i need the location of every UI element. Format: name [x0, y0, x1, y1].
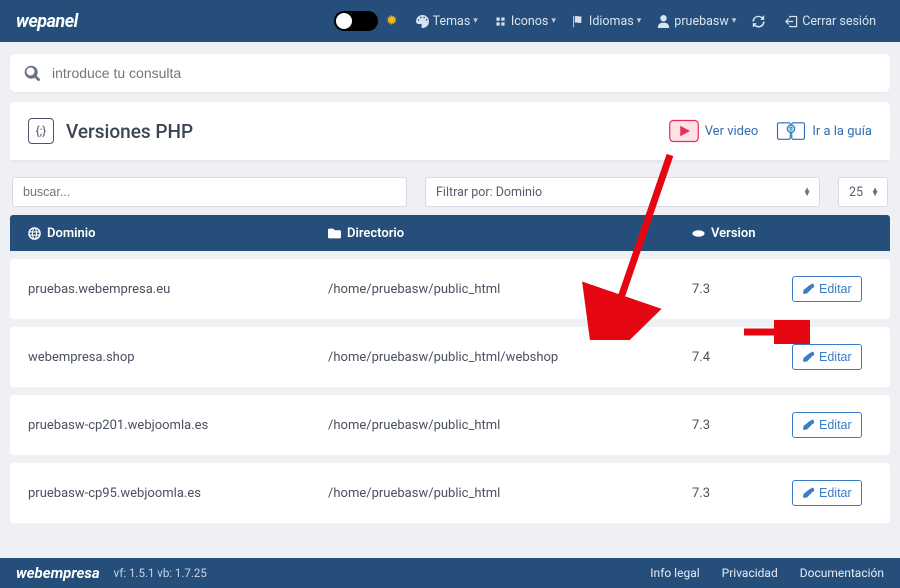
edit-button[interactable]: Editar [792, 276, 862, 302]
cell-version: 7.3 [692, 282, 792, 297]
folder-icon [328, 227, 341, 240]
table-search-input[interactable] [12, 177, 407, 207]
cell-version: 7.3 [692, 486, 792, 501]
table-row: pruebasw-cp201.webjoomla.es/home/pruebas… [10, 395, 890, 455]
php-badge-icon [692, 227, 705, 240]
nav-themes[interactable]: Temas▾ [408, 14, 486, 29]
footer-privacy-link[interactable]: Privacidad [722, 566, 778, 580]
cell-directory: /home/pruebasw/public_html [328, 282, 692, 297]
book-icon: T [776, 119, 806, 143]
col-directory[interactable]: Directorio [328, 226, 692, 241]
footer-brand: webempresa [16, 564, 100, 582]
sort-icon: ▲▼ [871, 188, 879, 196]
grid-icon [494, 15, 507, 28]
cell-domain: pruebas.webempresa.eu [28, 282, 328, 297]
footer-docs-link[interactable]: Documentación [800, 566, 884, 580]
brand-logo: wepanel [16, 11, 78, 32]
logout-icon [785, 15, 798, 28]
chevron-down-icon: ▾ [732, 16, 737, 26]
table-row: pruebas.webempresa.eu/home/pruebasw/publ… [10, 259, 890, 319]
filter-bar: Filtrar por: Dominio ▲▼ 25 ▲▼ [0, 169, 900, 215]
footer: webempresa vf: 1.5.1 vb: 1.7.25 Info leg… [0, 558, 900, 588]
dark-mode-toggle[interactable] [334, 11, 378, 31]
edit-button[interactable]: Editar [792, 480, 862, 506]
edit-button[interactable]: Editar [792, 412, 862, 438]
chevron-down-icon: ▾ [473, 16, 478, 26]
table-row: pruebasw-cp95.webjoomla.es/home/pruebasw… [10, 463, 890, 523]
cell-directory: /home/pruebasw/public_html [328, 486, 692, 501]
nav-logout[interactable]: Cerrar sesión [777, 14, 884, 29]
cell-directory: /home/pruebasw/public_html/webshop [328, 350, 692, 365]
nav-refresh[interactable] [744, 15, 777, 28]
nav-languages[interactable]: Idiomas▾ [564, 14, 649, 29]
cell-domain: pruebasw-cp95.webjoomla.es [28, 486, 328, 501]
col-domain[interactable]: Dominio [28, 226, 328, 241]
page-header: {;} Versiones PHP Ver video T Ir a la gu… [10, 102, 890, 163]
edit-button[interactable]: Editar [792, 344, 862, 370]
footer-legal-link[interactable]: Info legal [650, 566, 699, 580]
cell-version: 7.4 [692, 350, 792, 365]
globe-icon [28, 227, 41, 240]
topbar: wepanel ✹ Temas▾ Iconos▾ Idiomas▾ prueba… [0, 0, 900, 42]
col-version[interactable]: Version [692, 226, 792, 241]
guide-link[interactable]: T Ir a la guía [776, 119, 872, 143]
flag-icon [572, 15, 585, 28]
user-icon [657, 15, 670, 28]
cell-version: 7.3 [692, 418, 792, 433]
nav-icons[interactable]: Iconos▾ [486, 14, 564, 29]
php-versions-table: Dominio Directorio Version pruebas.webem… [10, 215, 890, 523]
footer-version: vf: 1.5.1 vb: 1.7.25 [114, 566, 207, 580]
cell-domain: pruebasw-cp201.webjoomla.es [28, 418, 328, 433]
global-search-input[interactable] [52, 65, 876, 81]
chevron-down-icon: ▾ [637, 16, 642, 26]
page-title: Versiones PHP [66, 120, 651, 143]
cell-directory: /home/pruebasw/public_html [328, 418, 692, 433]
refresh-icon [752, 15, 765, 28]
search-icon [24, 65, 40, 81]
gear-icon[interactable]: ✹ [386, 13, 398, 29]
page-size-select[interactable]: 25 ▲▼ [838, 177, 888, 207]
domain-filter-select[interactable]: Filtrar por: Dominio ▲▼ [425, 177, 820, 207]
play-icon [669, 119, 699, 143]
table-row: webempresa.shop/home/pruebasw/public_htm… [10, 327, 890, 387]
global-search[interactable] [10, 54, 890, 92]
palette-icon [416, 15, 429, 28]
php-icon: {;} [28, 118, 54, 144]
watch-video-link[interactable]: Ver video [669, 119, 759, 143]
table-header: Dominio Directorio Version [10, 215, 890, 251]
cell-domain: webempresa.shop [28, 350, 328, 365]
nav-user[interactable]: pruebasw▾ [649, 14, 744, 29]
sort-icon: ▲▼ [803, 188, 811, 196]
chevron-down-icon: ▾ [551, 16, 556, 26]
